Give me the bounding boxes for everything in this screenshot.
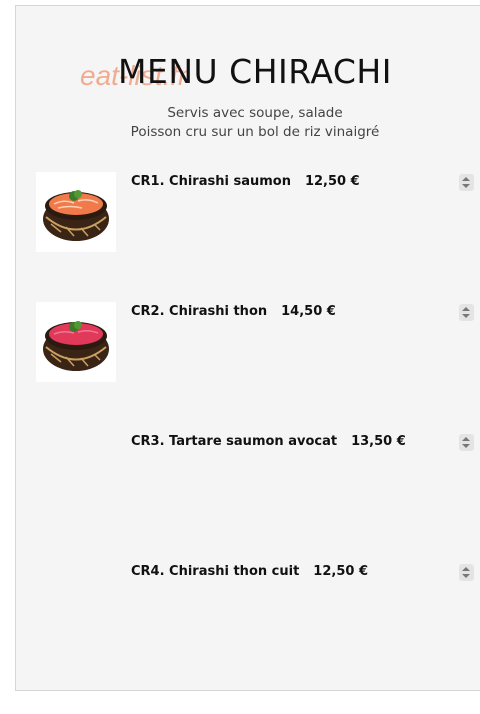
quantity-stepper[interactable] (459, 564, 474, 581)
subtitle-line-2: Poisson cru sur un bol de riz vinaigré (130, 124, 380, 140)
subtitle-line-1: Servis avec soupe, salade (167, 105, 343, 121)
item-title: CR1. Chirashi saumon 12,50 € (131, 174, 360, 189)
item-title: CR2. Chirashi thon 14,50 € (131, 304, 336, 319)
chevron-up-icon[interactable] (462, 567, 470, 571)
menu-item-cr3: CR3. Tartare saumon avocat 13,50 € (0, 432, 480, 522)
quantity-stepper[interactable] (459, 304, 474, 321)
chevron-down-icon[interactable] (462, 444, 470, 448)
quantity-stepper[interactable] (459, 434, 474, 451)
chevron-down-icon[interactable] (462, 184, 470, 188)
item-name: CR1. Chirashi saumon (131, 174, 291, 189)
menu-item-cr1: CR1. Chirashi saumon 12,50 € (0, 172, 480, 262)
menu-item-cr4: CR4. Chirashi thon cuit 12,50 € (0, 562, 480, 652)
item-name: CR3. Tartare saumon avocat (131, 434, 338, 449)
chevron-down-icon[interactable] (462, 574, 470, 578)
menu-item-cr2: CR2. Chirashi thon 14,50 € (0, 302, 480, 392)
item-price: 12,50 € (304, 174, 360, 189)
item-name: CR2. Chirashi thon (131, 304, 268, 319)
chirashi-saumon-image (36, 172, 116, 252)
chirashi-thon-image (36, 302, 116, 382)
chevron-up-icon[interactable] (462, 437, 470, 441)
item-price: 13,50 € (351, 434, 406, 449)
item-title: CR3. Tartare saumon avocat 13,50 € (131, 434, 406, 449)
chevron-down-icon[interactable] (462, 314, 470, 318)
item-price: 14,50 € (281, 304, 336, 319)
chevron-up-icon[interactable] (462, 307, 470, 311)
item-price: 12,50 € (313, 564, 368, 579)
page-title: MENU CHIRACHI (118, 52, 392, 91)
chevron-up-icon[interactable] (462, 177, 470, 181)
item-name: CR4. Chirashi thon cuit (131, 564, 300, 579)
quantity-stepper[interactable] (459, 174, 474, 191)
item-title: CR4. Chirashi thon cuit 12,50 € (131, 564, 368, 579)
